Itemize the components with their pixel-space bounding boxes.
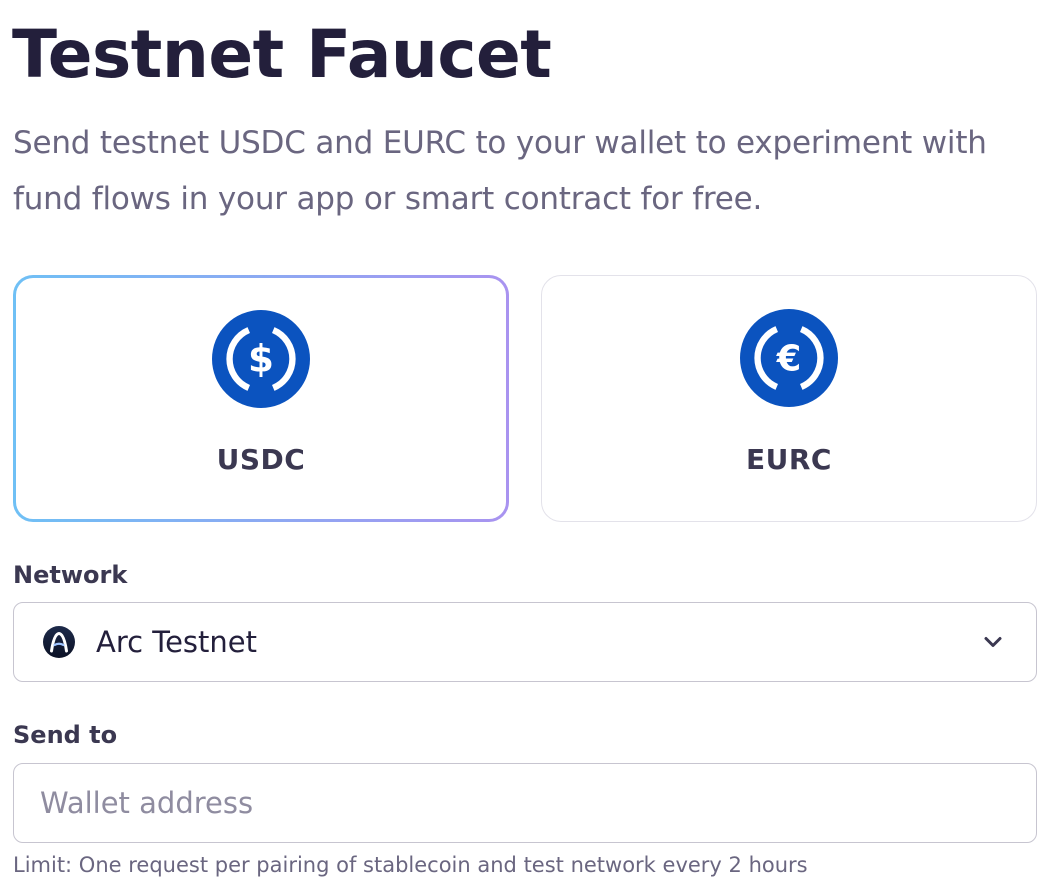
network-label: Network (13, 561, 128, 589)
limit-note: Limit: One request per pairing of stable… (13, 853, 808, 877)
eurc-euro-coin-icon: € (740, 309, 838, 407)
wallet-address-input[interactable] (13, 763, 1037, 843)
token-card-usdc[interactable]: $ USDC (13, 275, 509, 522)
faucet-page: Testnet Faucet Send testnet USDC and EUR… (0, 0, 1048, 888)
send-to-label: Send to (13, 721, 118, 749)
page-subtitle: Send testnet USDC and EURC to your walle… (13, 125, 987, 217)
token-card-eurc[interactable]: € EURC (541, 275, 1037, 522)
arc-network-icon (43, 626, 75, 658)
usdc-dollar-coin-icon: $ (212, 310, 310, 408)
token-label-usdc: USDC (216, 443, 306, 476)
chevron-down-icon (984, 637, 1002, 647)
token-label-eurc: EURC (746, 443, 832, 476)
svg-text:€: € (776, 339, 802, 380)
page-title: Testnet Faucet (12, 16, 552, 93)
network-select[interactable]: Arc Testnet (13, 602, 1037, 682)
network-selected-value: Arc Testnet (96, 625, 257, 659)
svg-text:$: $ (248, 337, 274, 381)
